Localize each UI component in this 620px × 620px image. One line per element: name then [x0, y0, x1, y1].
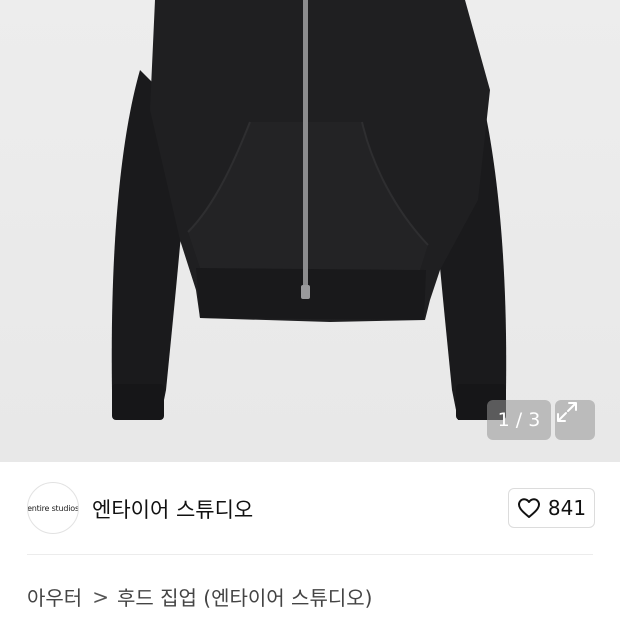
- heart-outline-icon: [517, 498, 540, 518]
- breadcrumb: 아우터 > 후드 집업 (엔타이어 스튜디오): [27, 582, 372, 611]
- breadcrumb-category[interactable]: 아우터: [27, 582, 82, 611]
- product-image[interactable]: 1 / 3: [0, 0, 620, 462]
- hoodie-illustration: [111, 0, 507, 420]
- brand-name[interactable]: 엔타이어 스튜디오: [92, 494, 253, 524]
- image-counter: 1 / 3: [487, 400, 551, 440]
- like-count: 841: [547, 496, 587, 520]
- breadcrumb-subcategory[interactable]: 후드 집업 (엔타이어 스튜디오): [117, 582, 372, 611]
- brand-row: entire studios 엔타이어 스튜디오 841: [0, 462, 620, 554]
- brand-logo[interactable]: entire studios: [27, 482, 79, 534]
- brand-logo-text: entire studios: [27, 503, 79, 513]
- expand-button[interactable]: [555, 400, 595, 440]
- chevron-right-icon: >: [92, 584, 109, 609]
- like-button[interactable]: 841: [508, 488, 595, 528]
- divider: [27, 554, 593, 555]
- expand-icon: [557, 402, 577, 422]
